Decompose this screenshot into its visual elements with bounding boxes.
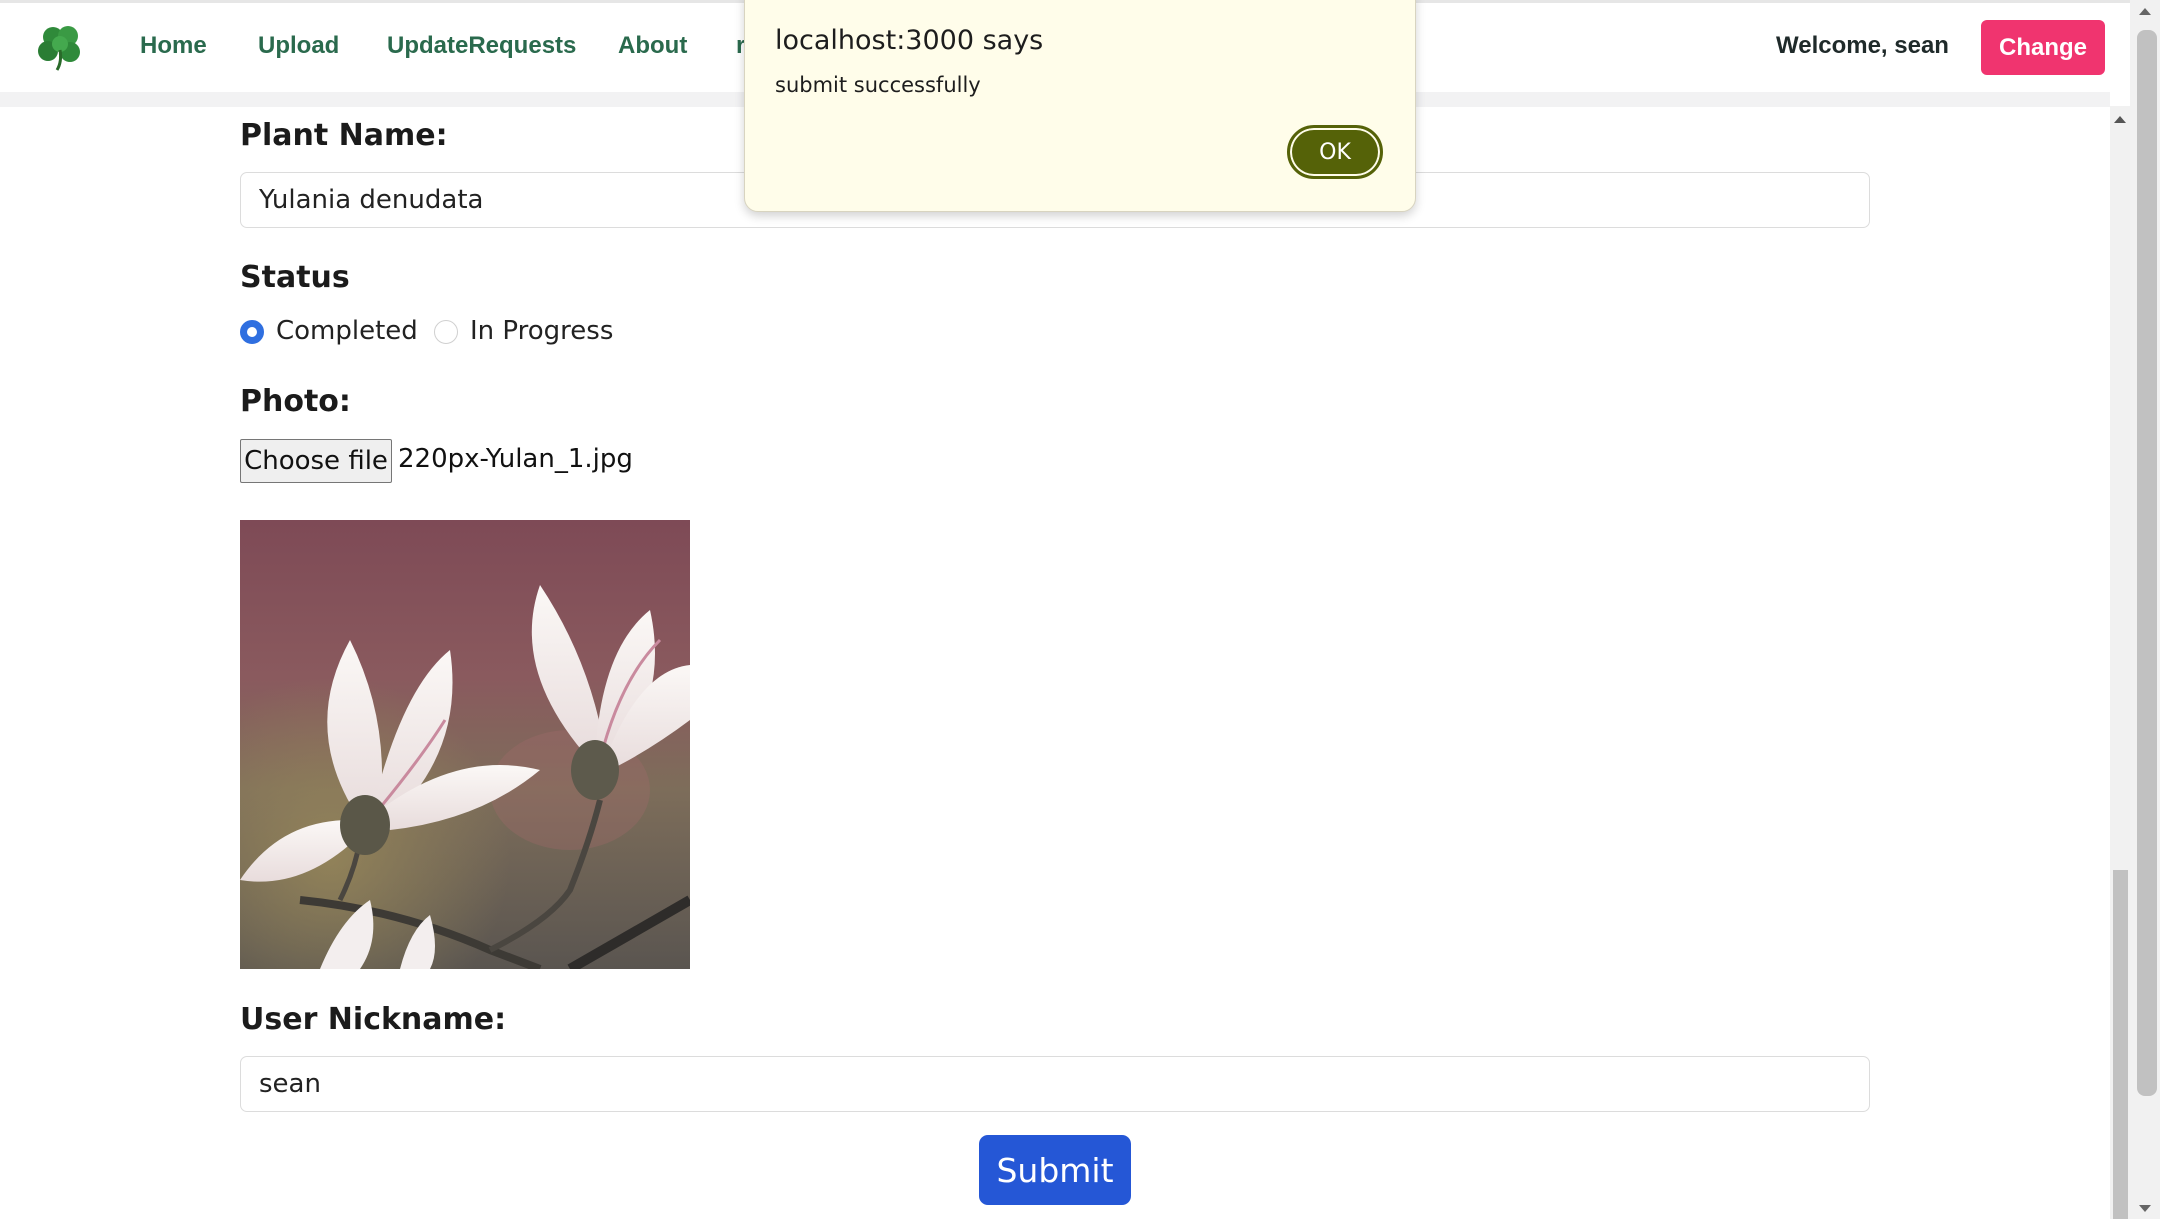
- window-scroll-down-arrow-icon[interactable]: [2139, 1205, 2151, 1212]
- clover-icon[interactable]: [36, 22, 86, 72]
- welcome-text: Welcome, sean: [1776, 32, 1949, 59]
- alert-dialog-title: localhost:3000 says: [775, 25, 1044, 56]
- alert-dialog: localhost:3000 says submit successfully …: [744, 0, 1416, 212]
- nav-home-link[interactable]: Home: [140, 32, 207, 60]
- plant-name-label: Plant Name:: [240, 118, 448, 153]
- user-nickname-input[interactable]: [240, 1056, 1870, 1112]
- status-label: Status: [240, 260, 350, 295]
- nav-updaterequests-link[interactable]: UpdateRequests: [387, 32, 576, 60]
- change-button[interactable]: Change: [1981, 20, 2105, 75]
- status-completed-radio[interactable]: [240, 320, 264, 344]
- nav-upload-link[interactable]: Upload: [258, 32, 339, 60]
- choose-file-button[interactable]: Choose file: [240, 439, 392, 483]
- scroll-up-arrow-icon[interactable]: [2114, 116, 2126, 123]
- ok-button[interactable]: OK: [1287, 125, 1383, 179]
- plant-photo: [240, 520, 690, 969]
- nav-about-link[interactable]: About: [618, 32, 687, 60]
- submit-button[interactable]: Submit: [979, 1135, 1131, 1205]
- alert-dialog-message: submit successfully: [775, 73, 981, 97]
- status-completed-label[interactable]: Completed: [276, 316, 418, 346]
- photo-label: Photo:: [240, 384, 351, 419]
- page-scrollbar-thumb[interactable]: [2113, 870, 2128, 1219]
- window-scrollbar-thumb[interactable]: [2137, 30, 2157, 1096]
- selected-file-name: 220px-Yulan_1.jpg: [398, 444, 633, 474]
- window-scroll-up-arrow-icon[interactable]: [2139, 8, 2151, 15]
- status-in-progress-radio[interactable]: [434, 320, 458, 344]
- user-nickname-label: User Nickname:: [240, 1002, 507, 1037]
- status-in-progress-label[interactable]: In Progress: [470, 316, 613, 346]
